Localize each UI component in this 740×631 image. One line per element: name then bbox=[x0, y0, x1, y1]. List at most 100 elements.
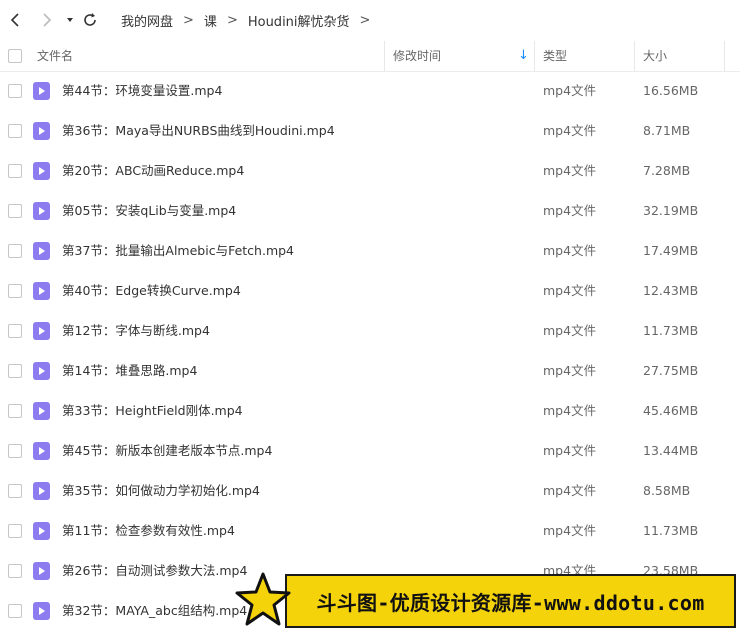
file-name[interactable]: 第33节：HeightField刚体.mp4 bbox=[62, 391, 243, 431]
breadcrumb-separator: > bbox=[183, 12, 194, 28]
file-type: mp4文件 bbox=[543, 163, 597, 178]
column-divider[interactable] bbox=[634, 41, 635, 71]
column-header-size[interactable]: 大小 bbox=[643, 41, 667, 71]
file-name[interactable]: 第45节：新版本创建老版本节点.mp4 bbox=[62, 431, 272, 471]
breadcrumb-item[interactable]: 我的网盘 bbox=[121, 11, 173, 30]
file-size: 45.46MB bbox=[643, 403, 699, 418]
file-size: 8.58MB bbox=[643, 483, 691, 498]
video-file-icon bbox=[33, 562, 50, 580]
row-checkbox[interactable] bbox=[8, 204, 22, 218]
watermark-banner: 斗斗图-优质设计资源库-www.ddotu.com bbox=[285, 574, 736, 628]
column-divider[interactable] bbox=[384, 41, 385, 71]
file-name[interactable]: 第36节：Maya导出NURBS曲线到Houdini.mp4 bbox=[62, 111, 335, 151]
video-file-icon bbox=[33, 482, 50, 500]
file-size: 27.75MB bbox=[643, 363, 699, 378]
row-checkbox[interactable] bbox=[8, 124, 22, 138]
row-checkbox[interactable] bbox=[8, 284, 22, 298]
row-checkbox[interactable] bbox=[8, 244, 22, 258]
file-size: 12.43MB bbox=[643, 283, 699, 298]
table-row[interactable]: 第36节：Maya导出NURBS曲线到Houdini.mp4 mp4文件 8.7… bbox=[0, 111, 740, 151]
file-name[interactable]: 第44节：环境变量设置.mp4 bbox=[62, 71, 222, 111]
file-size: 8.71MB bbox=[643, 123, 691, 138]
watermark-text: 斗斗图-优质设计资源库-www.ddotu.com bbox=[316, 590, 705, 615]
row-checkbox[interactable] bbox=[8, 324, 22, 338]
video-file-icon bbox=[33, 362, 50, 380]
table-row[interactable]: 第37节：批量输出Almebic与Fetch.mp4 mp4文件 17.49MB bbox=[0, 231, 740, 271]
breadcrumb-separator: > bbox=[359, 12, 371, 28]
file-name[interactable]: 第26节：自动测试参数大法.mp4 bbox=[62, 551, 247, 591]
video-file-icon bbox=[33, 602, 50, 620]
file-type: mp4文件 bbox=[543, 283, 597, 298]
file-type: mp4文件 bbox=[543, 523, 597, 538]
video-file-icon bbox=[33, 122, 50, 140]
table-row[interactable]: 第45节：新版本创建老版本节点.mp4 mp4文件 13.44MB bbox=[0, 431, 740, 471]
file-name[interactable]: 第14节：堆叠思路.mp4 bbox=[62, 351, 197, 391]
row-checkbox[interactable] bbox=[8, 84, 22, 98]
row-checkbox[interactable] bbox=[8, 444, 22, 458]
video-file-icon bbox=[33, 202, 50, 220]
star-icon bbox=[235, 572, 291, 626]
file-name[interactable]: 第05节：安装qLib与变量.mp4 bbox=[62, 191, 236, 231]
video-file-icon bbox=[33, 402, 50, 420]
row-checkbox[interactable] bbox=[8, 164, 22, 178]
file-type: mp4文件 bbox=[543, 403, 597, 418]
video-file-icon bbox=[33, 442, 50, 460]
table-row[interactable]: 第11节：检查参数有效性.mp4 mp4文件 11.73MB bbox=[0, 511, 740, 551]
file-name[interactable]: 第12节：字体与断线.mp4 bbox=[62, 311, 210, 351]
file-size: 32.19MB bbox=[643, 203, 699, 218]
breadcrumb-separator: > bbox=[226, 12, 238, 28]
file-size: 7.28MB bbox=[643, 163, 691, 178]
table-row[interactable]: 第44节：环境变量设置.mp4 mp4文件 16.56MB bbox=[0, 71, 740, 111]
video-file-icon bbox=[33, 242, 50, 260]
video-file-icon bbox=[33, 82, 50, 100]
column-header-type[interactable]: 类型 bbox=[543, 41, 567, 71]
table-header: 文件名 修改时间 ↓ 类型 大小 bbox=[0, 41, 740, 72]
file-type: mp4文件 bbox=[543, 363, 597, 378]
row-checkbox[interactable] bbox=[8, 404, 22, 418]
video-file-icon bbox=[33, 282, 50, 300]
row-checkbox[interactable] bbox=[8, 364, 22, 378]
video-file-icon bbox=[33, 522, 50, 540]
forward-icon[interactable] bbox=[35, 9, 57, 31]
file-name[interactable]: 第20节：ABC动画Reduce.mp4 bbox=[62, 151, 244, 191]
file-type: mp4文件 bbox=[543, 243, 597, 258]
table-row[interactable]: 第12节：字体与断线.mp4 mp4文件 11.73MB bbox=[0, 311, 740, 351]
file-name[interactable]: 第40节：Edge转换Curve.mp4 bbox=[62, 271, 241, 311]
row-checkbox[interactable] bbox=[8, 564, 22, 578]
table-row[interactable]: 第14节：堆叠思路.mp4 mp4文件 27.75MB bbox=[0, 351, 740, 391]
file-name[interactable]: 第11节：检查参数有效性.mp4 bbox=[62, 511, 235, 551]
video-file-icon bbox=[33, 162, 50, 180]
table-row[interactable]: 第33节：HeightField刚体.mp4 mp4文件 45.46MB bbox=[0, 391, 740, 431]
toolbar: 我的网盘 > 课 > Houdini解忧杂货 > bbox=[0, 0, 740, 40]
breadcrumb: 我的网盘 > 课 > Houdini解忧杂货 > bbox=[121, 0, 380, 40]
row-checkbox[interactable] bbox=[8, 484, 22, 498]
file-type: mp4文件 bbox=[543, 203, 597, 218]
row-checkbox[interactable] bbox=[8, 604, 22, 618]
file-type: mp4文件 bbox=[543, 443, 597, 458]
breadcrumb-item[interactable]: 课 bbox=[204, 11, 217, 30]
history-dropdown-icon[interactable] bbox=[59, 9, 81, 31]
table-row[interactable]: 第20节：ABC动画Reduce.mp4 mp4文件 7.28MB bbox=[0, 151, 740, 191]
file-type: mp4文件 bbox=[543, 83, 597, 98]
table-row[interactable]: 第40节：Edge转换Curve.mp4 mp4文件 12.43MB bbox=[0, 271, 740, 311]
breadcrumb-item[interactable]: Houdini解忧杂货 bbox=[248, 11, 350, 30]
file-type: mp4文件 bbox=[543, 323, 597, 338]
column-header-modified[interactable]: 修改时间 bbox=[393, 41, 441, 71]
sort-desc-icon[interactable]: ↓ bbox=[518, 41, 529, 71]
file-name[interactable]: 第37节：批量输出Almebic与Fetch.mp4 bbox=[62, 231, 294, 271]
select-all-checkbox[interactable] bbox=[8, 49, 22, 63]
column-divider[interactable] bbox=[534, 41, 535, 71]
row-checkbox[interactable] bbox=[8, 524, 22, 538]
refresh-icon[interactable] bbox=[79, 9, 101, 31]
file-name[interactable]: 第32节：MAYA_abc组结构.mp4 bbox=[62, 591, 247, 631]
file-name[interactable]: 第35节：如何做动力学初始化.mp4 bbox=[62, 471, 260, 511]
file-size: 11.73MB bbox=[643, 323, 699, 338]
file-type: mp4文件 bbox=[543, 123, 597, 138]
file-type: mp4文件 bbox=[543, 483, 597, 498]
back-icon[interactable] bbox=[5, 9, 27, 31]
column-header-name[interactable]: 文件名 bbox=[37, 41, 73, 71]
table-row[interactable]: 第35节：如何做动力学初始化.mp4 mp4文件 8.58MB bbox=[0, 471, 740, 511]
file-size: 17.49MB bbox=[643, 243, 699, 258]
column-divider[interactable] bbox=[724, 41, 725, 71]
table-row[interactable]: 第05节：安装qLib与变量.mp4 mp4文件 32.19MB bbox=[0, 191, 740, 231]
